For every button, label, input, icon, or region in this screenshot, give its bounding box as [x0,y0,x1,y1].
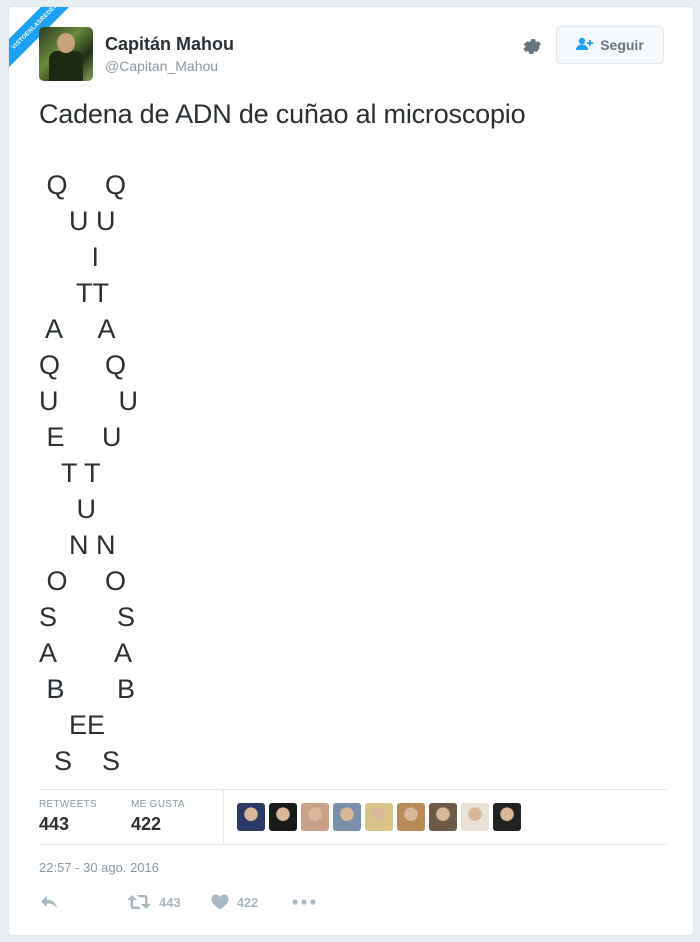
avatar-figure-body [49,51,83,81]
liker-avatar[interactable] [269,803,297,831]
follow-label: Seguir [600,37,644,53]
stats-divider [223,790,224,844]
add-user-icon [576,37,594,54]
reply-button[interactable] [39,894,59,910]
dna-line: I [39,242,100,272]
avatar-figure-head [57,33,75,53]
retweet-button[interactable]: 443 [127,894,181,910]
gear-icon[interactable] [521,36,543,58]
likes-label: ME GUSTA [131,799,185,810]
tweet-text: Cadena de ADN de cuñao al microscopio [39,99,526,129]
dna-line: TT [39,278,110,308]
dna-line: S S [39,746,121,776]
tweet-stats: RETWEETS 443 ME GUSTA 422 [39,789,667,845]
retweet-count: 443 [159,894,181,910]
heart-icon [211,894,229,910]
reply-icon [39,894,59,910]
likes-count: 422 [131,814,162,834]
dna-line: U [39,494,97,524]
display-name[interactable]: Capitán Mahou [105,34,234,55]
timestamp[interactable]: 22:57 - 30 ago. 2016 [39,860,159,875]
retweets-label: RETWEETS [39,799,97,810]
dna-line: EE [39,710,106,740]
liker-avatar[interactable] [397,803,425,831]
likes-stat[interactable]: ME GUSTA 422 [131,799,185,835]
liker-avatar[interactable] [237,803,265,831]
liker-avatar[interactable] [461,803,489,831]
dna-line: U U [39,206,116,236]
liker-avatar[interactable] [365,803,393,831]
more-dots-icon [292,899,317,905]
dna-line: E U [39,422,122,452]
like-button[interactable]: 422 [211,894,259,910]
more-button[interactable] [292,899,317,905]
dna-line: A A [39,638,133,668]
tweet-actions: 443 422 [39,894,317,910]
dna-line: Q Q [39,350,127,380]
liker-avatars [237,803,521,831]
dna-line: Q Q [39,170,127,200]
liker-avatar[interactable] [493,803,521,831]
like-count: 422 [236,894,259,910]
avatar[interactable] [39,27,93,81]
retweets-count: 443 [39,814,70,834]
dna-line: A A [39,314,116,344]
liker-avatar[interactable] [301,803,329,831]
dna-line: O O [39,566,127,596]
dna-line: U U [39,386,139,416]
retweets-stat[interactable]: RETWEETS 443 [39,799,97,835]
user-handle[interactable]: @Capitan_Mahou [105,58,218,74]
retweet-icon [127,894,151,910]
dna-line: S S [39,602,136,632]
dna-text-block: Q Q U U I TT A A Q Q U U E U T T U N N O… [39,167,199,779]
tweet-card: VISTOENLASREDES Capitán Mahou @Capitan_M… [8,6,694,936]
liker-avatar[interactable] [333,803,361,831]
liker-avatar[interactable] [429,803,457,831]
dna-line: B B [39,674,136,704]
follow-button[interactable]: Seguir [556,26,664,64]
dna-line: T T [39,458,101,488]
dna-line: N N [39,530,116,560]
